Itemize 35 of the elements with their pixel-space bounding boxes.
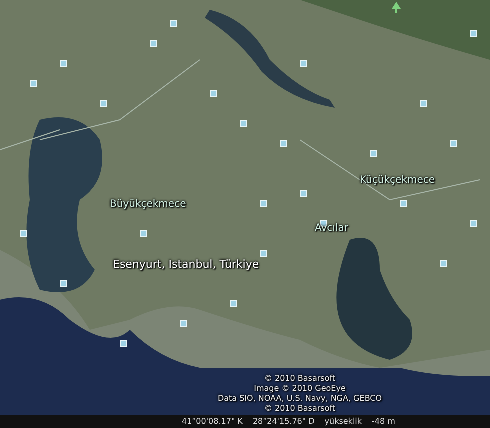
photo-marker-icon[interactable]	[400, 200, 407, 207]
photo-marker-icon[interactable]	[60, 60, 67, 67]
tree-icon[interactable]	[392, 2, 401, 13]
photo-marker-icon[interactable]	[370, 150, 377, 157]
photo-marker-icon[interactable]	[100, 100, 107, 107]
photo-marker-icon[interactable]	[300, 190, 307, 197]
photo-marker-icon[interactable]	[240, 120, 247, 127]
photo-marker-icon[interactable]	[150, 40, 157, 47]
photo-marker-icon[interactable]	[20, 230, 27, 237]
photo-marker-icon[interactable]	[260, 250, 267, 257]
photo-marker-icon[interactable]	[470, 30, 477, 37]
elevation-readout: -48 m	[372, 416, 396, 428]
photo-marker-icon[interactable]	[30, 80, 37, 87]
map-attribution: © 2010 Basarsoft Image © 2010 GeoEye Data SIO, NOAA, U.S. Navy, NGA, GEBCO © 2010 Basarsoft	[216, 374, 384, 414]
photo-marker-icon[interactable]	[120, 340, 127, 347]
search-result-label[interactable]: Esenyurt, Istanbul, Türkiye	[113, 257, 260, 274]
photo-marker-icon[interactable]	[170, 20, 177, 27]
latitude-readout: 41°00'08.17" K	[182, 416, 243, 428]
photo-marker-icon[interactable]	[450, 140, 457, 147]
photo-marker-icon[interactable]	[260, 200, 267, 207]
photo-marker-icon[interactable]	[230, 300, 237, 307]
photo-marker-icon[interactable]	[300, 60, 307, 67]
photo-marker-icon[interactable]	[210, 90, 217, 97]
place-label[interactable]: Büyükçekmece	[110, 197, 186, 212]
photo-marker-icon[interactable]	[140, 230, 147, 237]
photo-marker-icon[interactable]	[280, 140, 287, 147]
longitude-readout: 28°24'15.76" D	[252, 416, 315, 428]
photo-marker-icon[interactable]	[180, 320, 187, 327]
photo-marker-icon[interactable]	[470, 220, 477, 227]
photo-marker-icon[interactable]	[60, 280, 67, 287]
elevation-label: yükseklik	[324, 416, 362, 428]
place-label[interactable]: Avcılar	[315, 221, 348, 236]
place-label[interactable]: Küçükçekmece	[360, 173, 436, 188]
photo-marker-icon[interactable]	[440, 260, 447, 267]
photo-marker-icon[interactable]	[420, 100, 427, 107]
